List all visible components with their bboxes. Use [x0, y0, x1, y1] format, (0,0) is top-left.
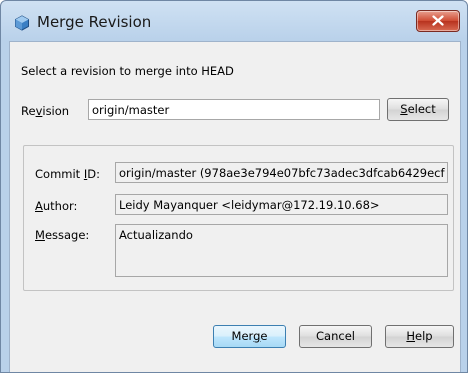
select-button[interactable]: Select — [387, 98, 449, 121]
commit-id-field[interactable]: origin/master (978ae3e794e07bfc73adec3df… — [115, 162, 448, 183]
commit-id-label: Commit ID: — [35, 167, 100, 181]
message-label: Message: — [35, 228, 90, 242]
netbeans-cube-icon — [14, 15, 30, 31]
author-field[interactable]: Leidy Mayanquer <leidymar@172.19.10.68> — [115, 194, 448, 215]
message-field[interactable]: Actualizando — [115, 224, 448, 277]
revision-details-group: Commit ID: origin/master (978ae3e794e07b… — [23, 145, 454, 291]
merge-button[interactable]: Merge — [213, 325, 286, 348]
dialog-body: Select a revision to merge into HEAD Rev… — [9, 41, 461, 372]
instruction-text: Select a revision to merge into HEAD — [21, 64, 234, 78]
merge-revision-dialog: Merge Revision Select a revision to merg… — [0, 0, 468, 373]
author-label: Author: — [35, 199, 78, 213]
cancel-button[interactable]: Cancel — [299, 325, 372, 348]
help-button[interactable]: Help — [385, 325, 454, 348]
revision-label: Revision — [21, 104, 70, 118]
window-title: Merge Revision — [37, 13, 152, 31]
title-bar[interactable]: Merge Revision — [1, 1, 467, 41]
close-x-icon — [432, 15, 444, 26]
revision-input[interactable] — [88, 99, 380, 120]
close-button[interactable] — [416, 10, 460, 32]
